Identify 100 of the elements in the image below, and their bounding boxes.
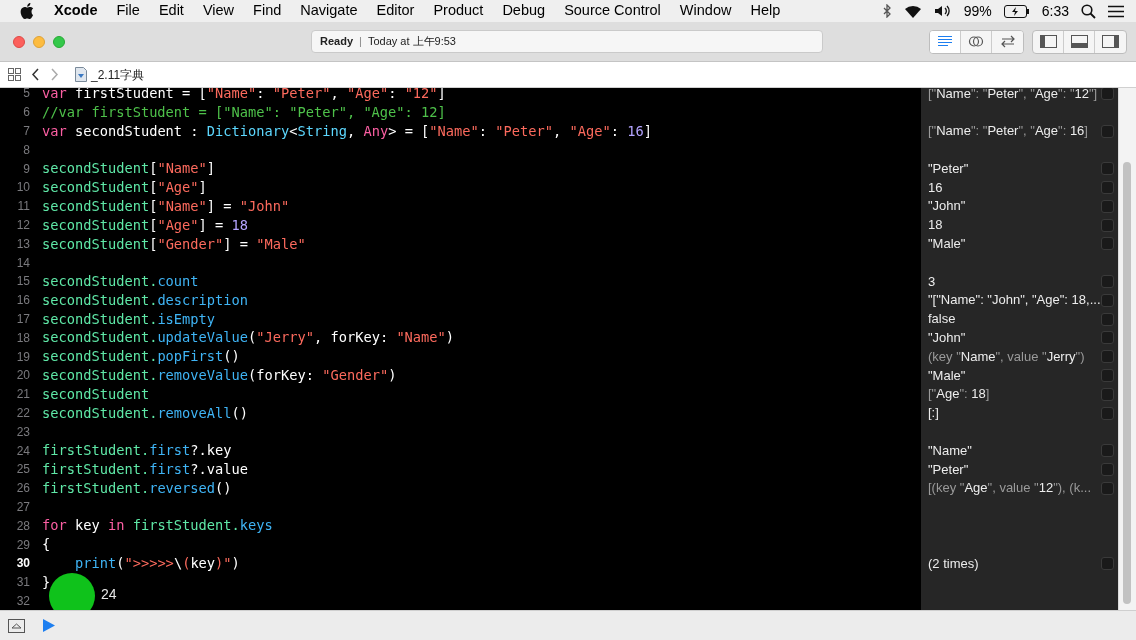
quick-look-toggle[interactable] — [1101, 331, 1114, 345]
quick-look-toggle[interactable] — [1101, 274, 1114, 288]
code-line: secondStudent["Name"] — [42, 159, 216, 179]
overlapping-circles-icon — [968, 35, 984, 48]
quick-look-toggle[interactable] — [1101, 350, 1114, 364]
battery-icon[interactable] — [1003, 4, 1030, 18]
result-value: "Peter" — [927, 159, 969, 178]
code-line: firstStudent.first?.value — [42, 460, 249, 480]
code-line: secondStudent.isEmpty — [42, 309, 216, 329]
code-line: secondStudent.updateValue("Jerry", forKey: "Name") — [42, 328, 455, 348]
line-number: 27 — [15, 498, 30, 516]
code-line: secondStudent.count — [42, 272, 199, 292]
menu-item[interactable]: View — [202, 0, 235, 22]
bluetooth-icon[interactable] — [882, 4, 892, 18]
playground-file-icon — [75, 67, 87, 82]
result-value: "John" — [927, 329, 966, 347]
status-separator: | — [359, 34, 362, 50]
menu-item[interactable]: Help — [750, 0, 781, 22]
build-status: Ready — [320, 34, 354, 50]
menu-bar-clock[interactable]: 6:33 — [1041, 0, 1069, 22]
quick-look-toggle[interactable] — [1101, 368, 1114, 382]
zoom-button[interactable] — [53, 35, 65, 48]
quick-look-toggle[interactable] — [1101, 406, 1114, 420]
line-number: 20 — [15, 367, 30, 385]
line-number: 28 — [15, 517, 30, 535]
right-panel-icon — [1102, 35, 1119, 48]
apple-logo-icon[interactable] — [20, 3, 34, 19]
result-value: 18 — [927, 216, 943, 235]
line-number: 6 — [22, 104, 30, 122]
code-line: secondStudent.removeValue(forKey: "Gender") — [42, 366, 397, 386]
menu-item[interactable]: Product — [433, 0, 484, 22]
line-number: 23 — [15, 423, 30, 441]
line-number: 14 — [15, 254, 30, 272]
battery-percentage: 99% — [963, 1, 992, 21]
code-line: secondStudent["Age"] = 18 — [42, 215, 249, 235]
menu-item[interactable]: Window — [679, 0, 732, 22]
volume-icon[interactable] — [933, 4, 952, 18]
code-line: { — [42, 535, 51, 555]
line-number: 18 — [15, 329, 30, 347]
back-icon[interactable] — [31, 68, 40, 81]
lines-icon — [937, 35, 953, 48]
debug-area-toggle-icon[interactable] — [8, 618, 25, 633]
code-line: var firstStudent = ["Name": "Peter", "Age": "12"] — [42, 88, 446, 104]
line-number: 5 — [22, 88, 30, 103]
line-number: 25 — [15, 461, 30, 479]
code-line: secondStudent["Gender"] = "Male" — [42, 234, 306, 254]
line-number: 11 — [16, 198, 30, 216]
quick-look-toggle[interactable] — [1101, 88, 1114, 100]
line-number: 17 — [15, 310, 30, 328]
menu-item[interactable]: File — [116, 0, 140, 22]
scrollbar-thumb[interactable] — [1123, 162, 1131, 604]
quick-look-toggle[interactable] — [1101, 181, 1114, 194]
quick-look-toggle[interactable] — [1101, 199, 1114, 213]
quick-look-toggle[interactable] — [1101, 556, 1114, 570]
editor-mode-segmented-control[interactable] — [929, 29, 1024, 54]
result-value: false — [927, 310, 956, 329]
result-value: (key "Name", value "Jerry") — [927, 347, 1085, 366]
line-number: 32 — [15, 592, 30, 610]
app-menu[interactable]: Xcode — [54, 0, 98, 22]
quick-look-toggle[interactable] — [1101, 481, 1114, 495]
line-number: 24 — [15, 442, 30, 460]
panel-toggle-segmented-control[interactable] — [1032, 29, 1127, 54]
code-line: var secondStudent : Dictionary<String, Any> = ["Name": "Peter", "Age": 16] — [42, 121, 652, 141]
jump-bar-file[interactable]: _2.11字典 — [91, 65, 145, 84]
menu-item[interactable]: Find — [253, 0, 282, 22]
quick-look-toggle[interactable] — [1101, 237, 1114, 251]
menu-item[interactable]: Edit — [158, 0, 184, 22]
quick-look-toggle[interactable] — [1101, 312, 1114, 326]
activity-time: Today at 上午9:53 — [367, 34, 456, 50]
menu-item[interactable]: Editor — [376, 0, 415, 22]
quick-look-toggle[interactable] — [1101, 124, 1114, 138]
search-icon[interactable] — [1081, 3, 1096, 19]
code-line: for key in firstStudent.keys — [42, 516, 273, 536]
quick-look-toggle[interactable] — [1101, 462, 1114, 476]
menu-item[interactable]: Debug — [502, 0, 546, 22]
menu-item[interactable]: Navigate — [300, 0, 358, 22]
play-icon[interactable] — [43, 619, 55, 632]
line-number: 21 — [15, 386, 30, 404]
quick-look-toggle[interactable] — [1101, 444, 1114, 458]
result-value: "Male" — [927, 235, 966, 254]
quick-look-toggle[interactable] — [1101, 387, 1114, 401]
minimize-button[interactable] — [33, 35, 45, 48]
result-value: "Peter" — [927, 460, 969, 479]
close-button[interactable] — [13, 35, 25, 48]
result-value: "["Name": "John", "Age": 18,... — [927, 291, 1101, 310]
code-line: secondStudent["Age"] — [42, 178, 207, 198]
menu-item[interactable]: Source Control — [564, 0, 661, 22]
result-value: "Name" — [927, 441, 972, 460]
forward-icon[interactable] — [50, 68, 59, 81]
grid-icon[interactable] — [8, 68, 21, 81]
quick-look-toggle[interactable] — [1101, 162, 1114, 176]
result-value: 16 — [927, 178, 943, 197]
wifi-icon[interactable] — [903, 4, 922, 18]
quick-look-toggle[interactable] — [1101, 218, 1114, 232]
quick-look-toggle[interactable] — [1101, 293, 1114, 307]
line-number: 30 — [15, 555, 30, 573]
result-value: [:] — [927, 404, 939, 423]
bottom-panel-icon — [1070, 35, 1088, 48]
list-icon[interactable] — [1108, 4, 1124, 18]
standard-editor-button[interactable] — [930, 30, 961, 53]
